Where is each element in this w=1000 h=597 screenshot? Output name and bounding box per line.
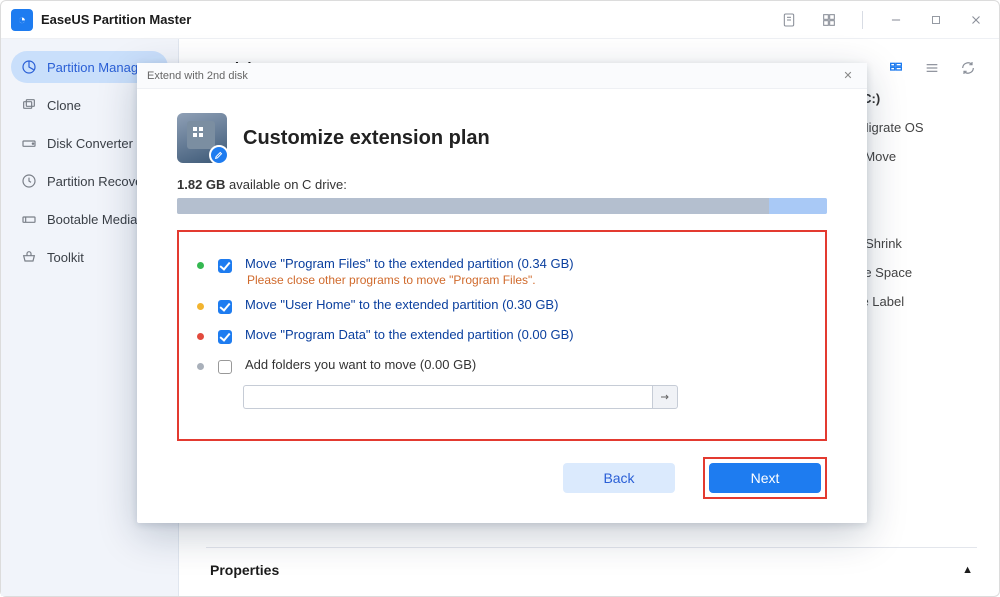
plan-options-box: Move "Program Files" to the extended par… [177, 230, 827, 441]
pie-chart-icon [21, 59, 37, 75]
dialog-heading-block: Customize extension plan [177, 113, 827, 163]
plan-label: Move "User Home" to the extended partiti… [245, 297, 558, 312]
maximize-button[interactable] [923, 7, 949, 33]
customize-plan-icon [177, 113, 227, 163]
plan-checkbox[interactable] [218, 300, 232, 314]
available-suffix: available on C drive: [229, 177, 347, 192]
dialog-small-title: Extend with 2nd disk [147, 70, 248, 82]
add-folder-path-group [243, 385, 678, 409]
toolkit-icon [21, 249, 37, 265]
plan-checkbox[interactable] [218, 360, 232, 374]
plan-checkbox[interactable] [218, 330, 232, 344]
view-grid-icon[interactable] [885, 57, 907, 79]
plan-row-user-home: Move "User Home" to the extended partiti… [197, 297, 807, 317]
titlebar-actions [776, 7, 989, 33]
status-dot-red-icon [197, 333, 204, 340]
space-used-segment [177, 198, 769, 214]
app-window: ◔ EaseUS Partition Master [0, 0, 1000, 597]
back-button-label: Back [603, 470, 634, 486]
dialog-heading: Customize extension plan [243, 127, 490, 150]
space-usage-bar [177, 198, 827, 214]
notes-icon[interactable] [776, 7, 802, 33]
app-title: EaseUS Partition Master [41, 12, 191, 27]
plan-label: Add folders you want to move (0.00 GB) [245, 357, 476, 372]
clone-icon [21, 97, 37, 113]
view-list-icon[interactable] [921, 57, 943, 79]
status-dot-yellow-icon [197, 303, 204, 310]
sidebar-item-label: Toolkit [47, 250, 84, 265]
edit-badge-icon [209, 145, 229, 165]
plan-warning: Please close other programs to move "Pro… [247, 273, 574, 287]
titlebar-separator [862, 11, 863, 29]
dialog-footer: Back Next [137, 457, 867, 523]
next-button-highlight: Next [703, 457, 827, 499]
grid-view-icon[interactable] [816, 7, 842, 33]
back-button[interactable]: Back [563, 463, 675, 493]
app-logo-icon: ◔ [11, 9, 33, 31]
next-button[interactable]: Next [709, 463, 821, 493]
plan-label: Move "Program Files" to the extended par… [245, 256, 574, 271]
sidebar-item-label: Partition Manager [47, 60, 150, 75]
space-free-segment [769, 198, 828, 214]
close-button[interactable] [963, 7, 989, 33]
available-space-line: 1.82 GB available on C drive: [177, 177, 827, 192]
titlebar: ◔ EaseUS Partition Master [1, 1, 999, 39]
next-button-label: Next [751, 470, 780, 486]
browse-folder-button[interactable] [652, 385, 678, 409]
minimize-button[interactable] [883, 7, 909, 33]
sidebar-item-label: Clone [47, 98, 81, 113]
available-value: 1.82 GB [177, 177, 225, 192]
plan-row-program-files: Move "Program Files" to the extended par… [197, 256, 807, 287]
properties-section[interactable]: Properties ▲ [206, 547, 977, 584]
dialog-titlebar: Extend with 2nd disk ✕ [137, 63, 867, 89]
plan-label: Move "Program Data" to the extended part… [245, 327, 574, 342]
plan-row-add-folders: Add folders you want to move (0.00 GB) [197, 357, 807, 377]
status-dot-gray-icon [197, 363, 204, 370]
caret-up-icon: ▲ [962, 564, 973, 576]
dialog-close-button[interactable]: ✕ [839, 69, 857, 82]
extend-dialog: Extend with 2nd disk ✕ Customize extensi… [137, 63, 867, 523]
add-folder-path-input[interactable] [243, 385, 652, 409]
recovery-icon [21, 173, 37, 189]
usb-icon [21, 211, 37, 227]
dialog-body: Customize extension plan 1.82 GB availab… [137, 89, 867, 457]
refresh-icon[interactable] [957, 57, 979, 79]
properties-label: Properties [210, 562, 279, 578]
sidebar-item-label: Bootable Media [47, 212, 137, 227]
sidebar-item-label: Disk Converter [47, 136, 133, 151]
plan-checkbox[interactable] [218, 259, 232, 273]
disk-icon [21, 135, 37, 151]
plan-row-program-data: Move "Program Data" to the extended part… [197, 327, 807, 347]
status-dot-green-icon [197, 262, 204, 269]
